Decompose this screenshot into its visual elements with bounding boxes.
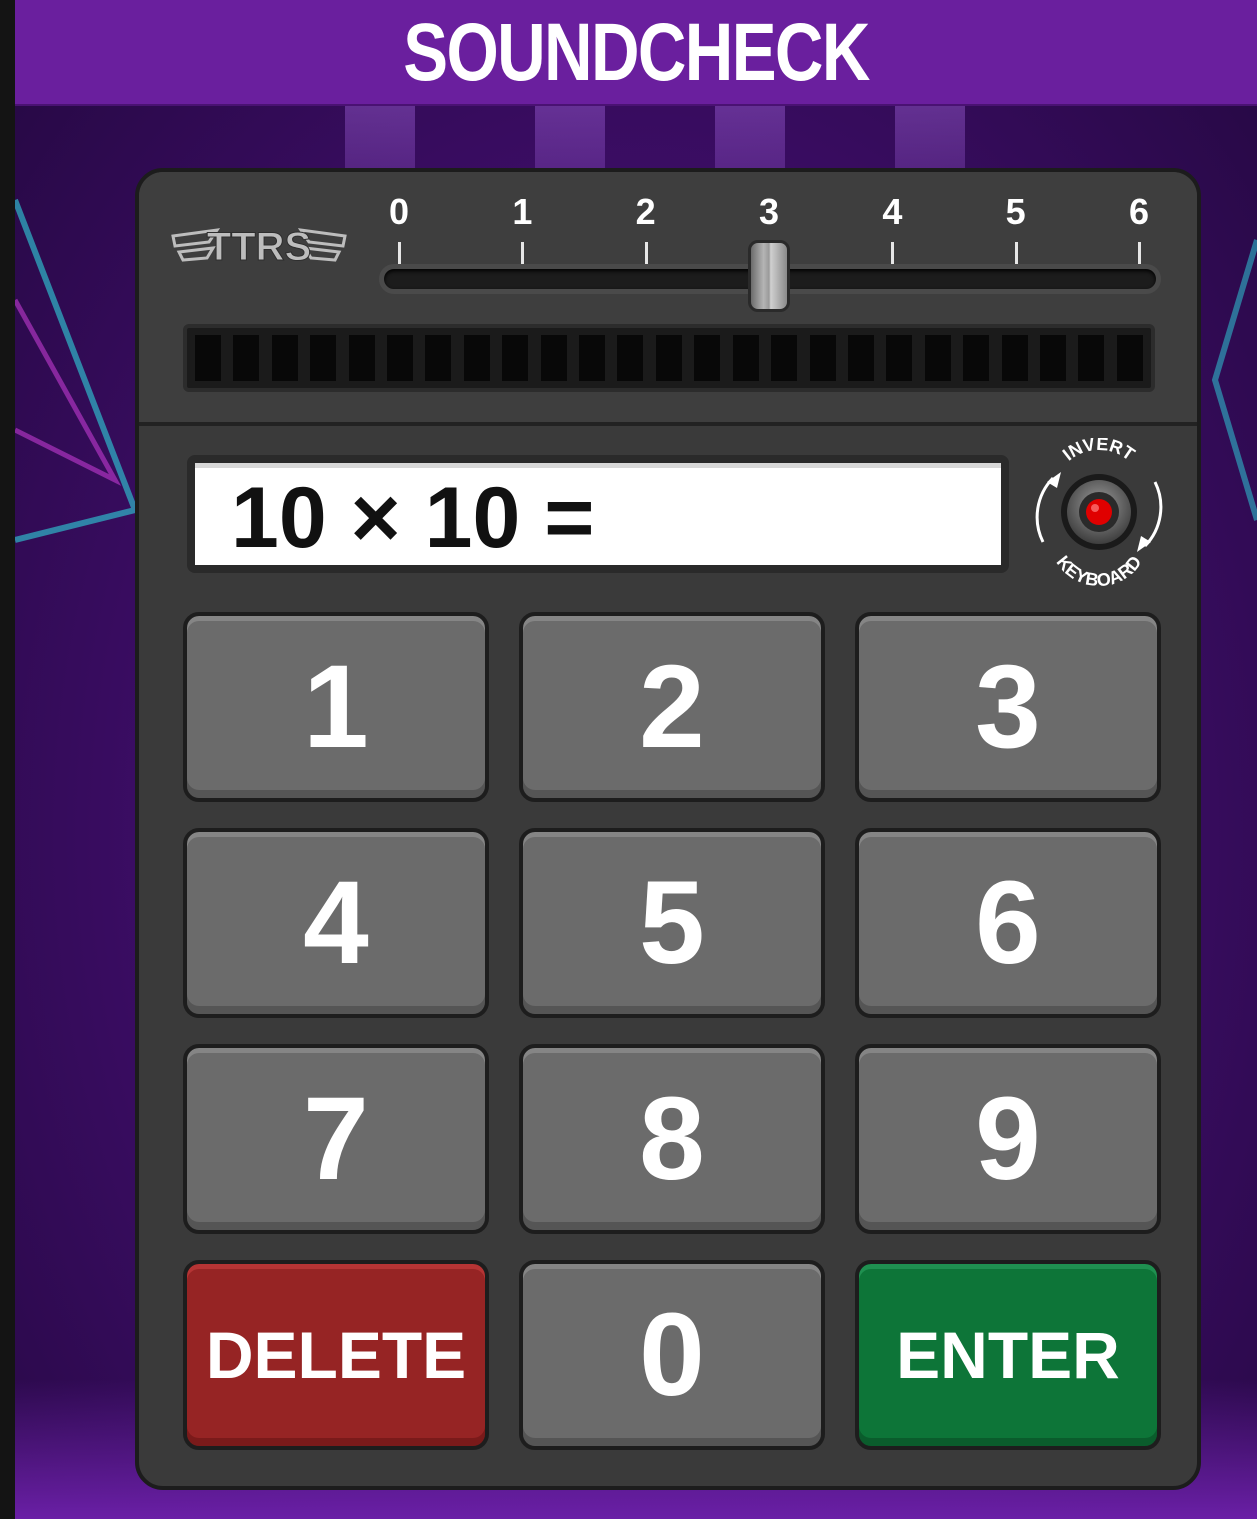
- progress-meter: [183, 324, 1155, 392]
- slider-tick-mark: [398, 242, 401, 264]
- meter-segment: [348, 335, 375, 381]
- slider-tick-mark: [1138, 242, 1141, 264]
- meter-segment: [387, 335, 414, 381]
- slider-handle[interactable]: [748, 240, 790, 312]
- meter-segment: [463, 335, 490, 381]
- key-4[interactable]: 4: [183, 828, 489, 1018]
- meter-segment: [655, 335, 682, 381]
- meter-segment: [694, 335, 721, 381]
- meter-segment: [1116, 335, 1143, 381]
- neon-star-decoration: [15, 198, 140, 543]
- key-9[interactable]: 9: [855, 1044, 1161, 1234]
- key-3[interactable]: 3: [855, 612, 1161, 802]
- meter-segment: [502, 335, 529, 381]
- page-title: SOUNDCHECK: [403, 7, 870, 98]
- delete-button[interactable]: DELETE: [183, 1260, 489, 1450]
- meter-segment: [579, 335, 606, 381]
- meter-segment: [924, 335, 951, 381]
- meter-segment: [847, 335, 874, 381]
- slider-tick-label: 0: [388, 191, 410, 232]
- meter-segment: [1001, 335, 1028, 381]
- meter-segment: [809, 335, 836, 381]
- meter-segment: [310, 335, 337, 381]
- meter-segment: [771, 335, 798, 381]
- slider-tick-label: 2: [635, 191, 656, 232]
- enter-button[interactable]: ENTER: [855, 1260, 1161, 1450]
- key-5[interactable]: 5: [519, 828, 825, 1018]
- number-keypad: 1 2 3 4 5 6 7 8 9 DELETE 0 ENTER: [183, 612, 1163, 1452]
- slider-tick-label: 5: [1005, 191, 1026, 232]
- logo-text: TTRS: [207, 225, 311, 269]
- slider-tick-mark: [521, 242, 525, 264]
- neon-star-decoration: [1211, 239, 1257, 521]
- indicator-light-icon: [1086, 499, 1112, 525]
- top-panel: TTRS 0 1 2 3 4 5 6: [139, 172, 1197, 426]
- key-1[interactable]: 1: [183, 612, 489, 802]
- invert-label: INVERT: [1059, 438, 1139, 464]
- question-display: 10 × 10 =: [187, 455, 1009, 573]
- rotate-arrow-icon: [1035, 476, 1055, 543]
- meter-segment: [425, 335, 452, 381]
- slider-tick-label: 3: [758, 191, 780, 232]
- key-2[interactable]: 2: [519, 612, 825, 802]
- slider-tick-label: 1: [512, 191, 533, 232]
- meter-segment: [271, 335, 298, 381]
- meter-segment: [732, 335, 759, 381]
- meter-segment: [1078, 335, 1105, 381]
- keyboard-label: KEYBOARD: [1053, 552, 1146, 586]
- meter-segment: [617, 335, 644, 381]
- meter-segment: [195, 335, 221, 381]
- timer-slider[interactable]: 0 1 2 3 4 5 6: [379, 192, 1169, 322]
- slider-tick-label: 6: [1128, 191, 1150, 232]
- key-8[interactable]: 8: [519, 1044, 825, 1234]
- meter-segment: [963, 335, 990, 381]
- key-6[interactable]: 6: [855, 828, 1161, 1018]
- slider-tick-mark: [891, 242, 895, 264]
- slider-tick-mark: [644, 242, 648, 264]
- key-7[interactable]: 7: [183, 1044, 489, 1234]
- keypad-device: TTRS 0123456 10 × 10 = INVERT KEYBOARD 1…: [135, 168, 1201, 1490]
- slider-tick-mark: [1014, 242, 1018, 264]
- key-0[interactable]: 0: [519, 1260, 825, 1450]
- invert-keyboard-toggle[interactable]: INVERT KEYBOARD: [1031, 438, 1167, 586]
- meter-segment: [1039, 335, 1066, 381]
- meter-segment: [233, 335, 260, 381]
- slider-tick-label: 4: [882, 191, 903, 232]
- question-text: 10 × 10 =: [195, 463, 1001, 566]
- ttrs-logo-icon: TTRS: [171, 225, 347, 270]
- meter-segment: [540, 335, 567, 381]
- title-bar: SOUNDCHECK: [15, 0, 1257, 106]
- rotate-arrow-icon: [1143, 481, 1163, 548]
- meter-segment: [886, 335, 913, 381]
